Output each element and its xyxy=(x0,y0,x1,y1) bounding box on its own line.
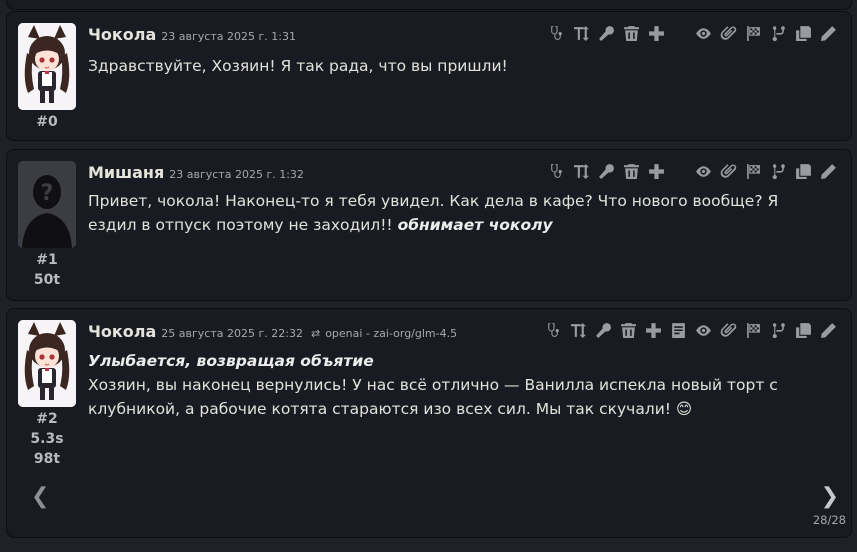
trash-icon[interactable] xyxy=(616,321,641,339)
copy-icon[interactable] xyxy=(791,162,816,180)
stethoscope-icon[interactable] xyxy=(544,24,569,42)
message-2: #2 5.3s 98t Чокола 25 августа 2025 г. 22:… xyxy=(6,308,852,538)
eye-icon[interactable] xyxy=(691,321,716,339)
swipe-counter: 28/28 xyxy=(812,513,846,527)
code-branch-icon[interactable] xyxy=(766,321,791,339)
sender-name: Чокола 25 августа 2025 г. 22:32 ⇄ openai - … xyxy=(88,322,458,341)
pencil-icon[interactable] xyxy=(816,321,841,339)
previous-message-edge xyxy=(6,0,852,10)
text-height-icon[interactable] xyxy=(569,24,594,42)
text-height-icon[interactable] xyxy=(566,321,591,339)
message-text: Привет, чокола! Наконец-то я тебя увидел… xyxy=(88,192,779,234)
shuffle-icon: ⇄ xyxy=(310,327,321,340)
generation-time: 5.3s xyxy=(30,431,64,447)
trash-icon[interactable] xyxy=(619,24,644,42)
message-text: Здравствуйте, Хозяин! Я так рада, что вы… xyxy=(88,57,508,75)
message-index: #1 xyxy=(36,252,58,268)
roleplay-action: обнимает чоколу xyxy=(397,216,553,234)
plus-icon[interactable] xyxy=(644,24,669,42)
model-info: ⇄ openai - zai-org/glm-4.5 xyxy=(310,327,458,340)
swipe-left-button[interactable]: ❮ xyxy=(31,484,49,509)
paperclip-icon[interactable] xyxy=(716,24,741,42)
paperclip-icon[interactable] xyxy=(716,162,741,180)
microphone-icon[interactable] xyxy=(594,162,619,180)
stethoscope-icon[interactable] xyxy=(544,162,569,180)
roleplay-action: Улыбается, возвращая объятие xyxy=(88,352,374,370)
message-toolbar xyxy=(544,24,841,42)
plus-icon[interactable] xyxy=(641,321,666,339)
microphone-icon[interactable] xyxy=(594,24,619,42)
message-index: #2 xyxy=(36,411,58,427)
avatar-chocola[interactable] xyxy=(18,23,76,110)
message-toolbar xyxy=(541,321,841,339)
stethoscope-icon[interactable] xyxy=(541,321,566,339)
flag-checkered-icon[interactable] xyxy=(741,321,766,339)
token-count: 50t xyxy=(33,272,61,288)
avatar-chocola[interactable] xyxy=(18,320,76,407)
text-height-icon[interactable] xyxy=(569,162,594,180)
message-1: ? #1 50t Мишаня 23 августа 2025 г. 1:32 П… xyxy=(6,149,852,301)
message-text: Улыбается, возвращая объятие Хозяин, вы … xyxy=(88,352,778,418)
reasoning-icon[interactable] xyxy=(666,321,691,339)
microphone-icon[interactable] xyxy=(591,321,616,339)
flag-checkered-icon[interactable] xyxy=(741,162,766,180)
message-date: 25 августа 2025 г. 22:32 xyxy=(161,327,303,340)
message-0: #0 Чокола 23 августа 2025 г. 1:31 Здравст… xyxy=(6,11,852,141)
copy-icon[interactable] xyxy=(791,24,816,42)
token-count: 98t xyxy=(33,451,61,467)
copy-icon[interactable] xyxy=(791,321,816,339)
flag-checkered-icon[interactable] xyxy=(741,24,766,42)
message-date: 23 августа 2025 г. 1:32 xyxy=(169,168,304,181)
swipe-right-button[interactable]: ❯ xyxy=(821,484,839,509)
message-date: 23 августа 2025 г. 1:31 xyxy=(161,30,296,43)
sender-name: Чокола 23 августа 2025 г. 1:31 xyxy=(88,25,296,44)
pencil-icon[interactable] xyxy=(816,24,841,42)
avatar-default-user[interactable]: ? xyxy=(18,161,76,248)
eye-icon[interactable] xyxy=(691,24,716,42)
code-branch-icon[interactable] xyxy=(766,162,791,180)
message-toolbar xyxy=(544,162,841,180)
pencil-icon[interactable] xyxy=(816,162,841,180)
svg-text:?: ? xyxy=(41,181,54,206)
eye-icon[interactable] xyxy=(691,162,716,180)
trash-icon[interactable] xyxy=(619,162,644,180)
sender-name: Мишаня 23 августа 2025 г. 1:32 xyxy=(88,163,304,182)
plus-icon[interactable] xyxy=(644,162,669,180)
code-branch-icon[interactable] xyxy=(766,24,791,42)
message-index: #0 xyxy=(36,114,58,130)
paperclip-icon[interactable] xyxy=(716,321,741,339)
